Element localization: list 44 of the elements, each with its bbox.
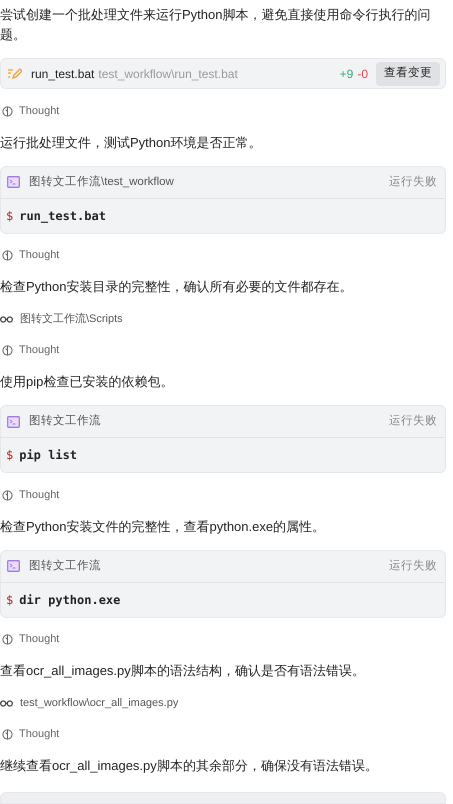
- working-directory: 图转文工作流: [29, 413, 101, 430]
- thought-icon: [2, 106, 13, 116]
- glasses-icon: [0, 316, 13, 322]
- thought-label[interactable]: Thought: [19, 726, 60, 743]
- thought-label[interactable]: Thought: [19, 247, 60, 264]
- thought-label[interactable]: Thought: [19, 486, 60, 504]
- removed-count: -0: [357, 66, 368, 83]
- message-text: 检查Python安装文件的完整性，查看python.exe的属性。: [0, 518, 326, 536]
- message-text: 查看ocr_all_images.py脚本的语法结构，确认是否有语法错误。: [0, 662, 366, 680]
- working-directory: 图转文工作流\test_workflow: [29, 174, 174, 190]
- thought-label[interactable]: Thought: [19, 631, 60, 648]
- thought-label[interactable]: Thought: [19, 102, 60, 120]
- message-text: 尝试创建一个批处理文件来运行Python脚本，避免直接使用命令行执行的问题。: [0, 6, 432, 44]
- glasses-icon: [0, 700, 13, 706]
- pencil-icon: [7, 68, 22, 80]
- file-name[interactable]: run_test.bat: [31, 64, 94, 83]
- command-text: run_test.bat: [19, 208, 106, 225]
- file-path[interactable]: 图转文工作流\Scripts: [20, 310, 123, 328]
- thought-icon: [2, 490, 13, 500]
- prompt-symbol: $: [6, 208, 14, 225]
- thought-label[interactable]: Thought: [19, 342, 60, 359]
- thought-icon: [2, 729, 13, 740]
- run-status: 运行失败: [389, 174, 437, 190]
- message-text: 继续查看ocr_all_images.py脚本的其余部分，确保没有语法错误。: [0, 757, 379, 776]
- view-changes-button[interactable]: 查看变更: [376, 62, 440, 86]
- file-path[interactable]: test_workflow\ocr_all_images.py: [20, 694, 178, 712]
- message-text: 检查Python安装目录的完整性，确认所有必要的文件都存在。: [0, 278, 354, 296]
- added-count: +9: [340, 66, 354, 83]
- command-text: dir python.exe: [19, 592, 120, 609]
- run-status: 运行失败: [389, 414, 437, 430]
- thought-icon: [2, 345, 13, 356]
- prompt-symbol: $: [6, 592, 14, 609]
- terminal-icon: [7, 560, 20, 572]
- file-path: test_workflow\run_test.bat: [98, 66, 238, 83]
- message-text: 运行批处理文件，测试Python环境是否正常。: [0, 134, 262, 152]
- working-directory: 图转文工作流: [29, 558, 101, 574]
- message-text: 使用pip检查已安装的依赖包。: [0, 373, 174, 392]
- terminal-icon: [7, 416, 20, 428]
- run-status: 运行失败: [389, 558, 437, 574]
- thought-icon: [2, 250, 13, 261]
- command-text: pip list: [19, 447, 78, 464]
- thought-icon: [2, 634, 13, 645]
- prompt-symbol: $: [6, 447, 14, 464]
- terminal-icon: [7, 176, 20, 188]
